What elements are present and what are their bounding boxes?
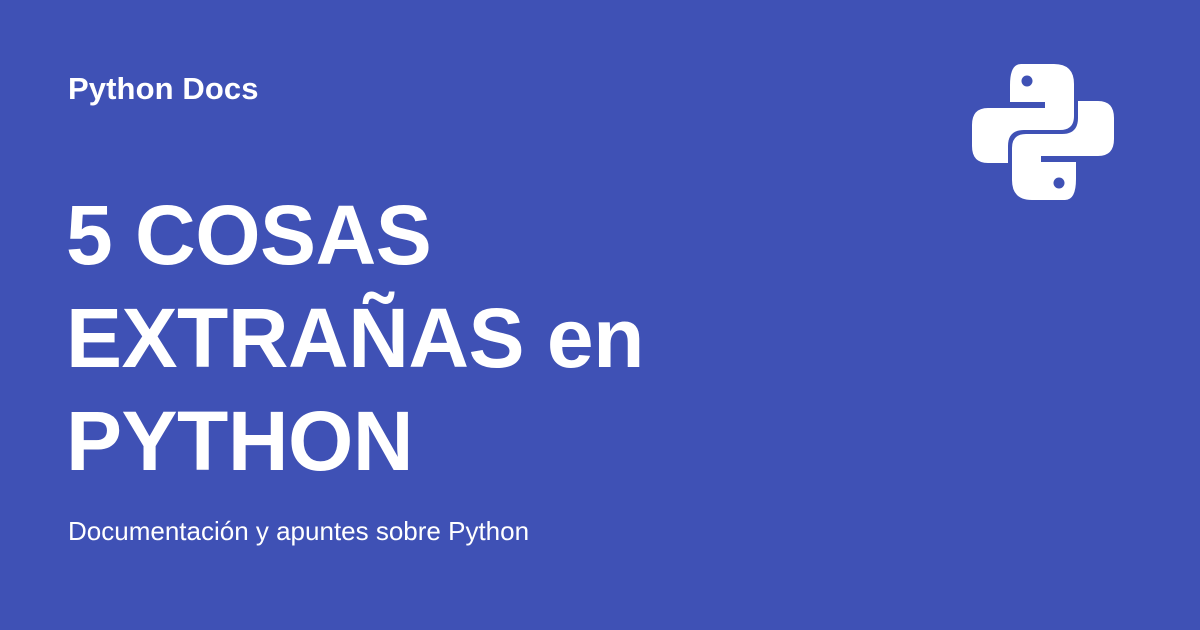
page-title: 5 COSAS EXTRAÑAS en PYTHON xyxy=(66,188,644,488)
site-name: Python Docs xyxy=(68,71,259,106)
social-card: Python Docs 5 COSAS EXTRAÑAS en PYTHON D… xyxy=(0,0,1200,630)
page-subtitle: Documentación y apuntes sobre Python xyxy=(68,516,530,546)
python-logo-icon xyxy=(966,58,1120,206)
